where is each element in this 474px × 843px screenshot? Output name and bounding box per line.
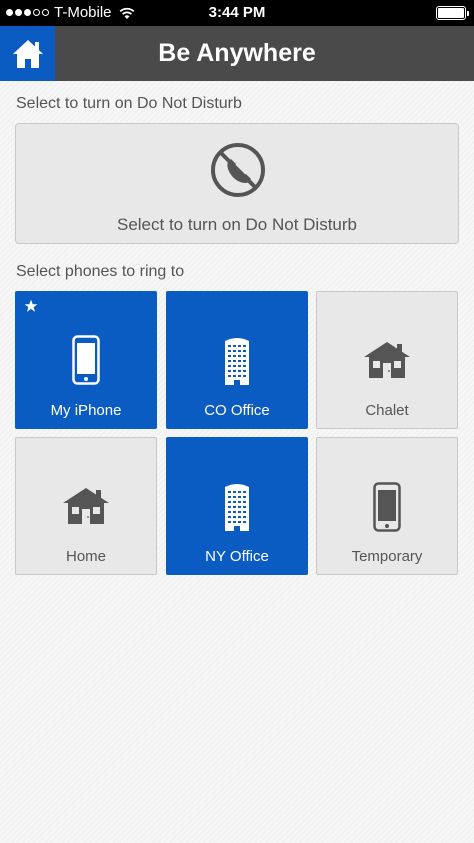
phone-tile-ny-office[interactable]: NY Office (166, 437, 308, 575)
phone-blocked-icon (211, 143, 265, 197)
office-building-icon (225, 484, 249, 531)
phone-tile-my-iphone[interactable]: My iPhone (15, 291, 157, 429)
status-bar: T-Mobile 3:44 PM (0, 0, 474, 26)
app-header: Be Anywhere (0, 26, 474, 81)
phone-tile-label: My iPhone (50, 402, 122, 419)
dnd-button-label: Select to turn on Do Not Disturb (116, 215, 357, 234)
page-title: Be Anywhere (158, 39, 316, 67)
phone-tile-label: CO Office (204, 402, 270, 419)
house-icon (63, 488, 109, 524)
office-building-icon (225, 338, 249, 385)
do-not-disturb-button[interactable]: Select to turn on Do Not Disturb (15, 123, 459, 244)
home-button[interactable] (0, 26, 55, 81)
phone-tile-label: Temporary (351, 548, 423, 565)
smartphone-icon (373, 482, 401, 532)
dnd-section-label: Select to turn on Do Not Disturb (16, 95, 242, 112)
phone-tile-temporary[interactable]: Temporary (316, 437, 458, 575)
phone-tile-label: Chalet (365, 402, 409, 419)
home-icon (12, 39, 43, 68)
phone-tile-label: NY Office (205, 548, 269, 565)
clock: 3:44 PM (208, 4, 266, 21)
phone-tile-home[interactable]: Home (15, 437, 157, 575)
phone-tile-co-office[interactable]: CO Office (166, 291, 308, 429)
phones-section-label: Select phones to ring to (16, 263, 185, 280)
phone-tile-label: Home (65, 548, 106, 565)
phone-tile-chalet[interactable]: Chalet (316, 291, 458, 429)
battery-icon (436, 6, 469, 20)
house-icon (364, 342, 410, 378)
favorite-star-icon (24, 299, 38, 312)
smartphone-icon (72, 335, 100, 385)
